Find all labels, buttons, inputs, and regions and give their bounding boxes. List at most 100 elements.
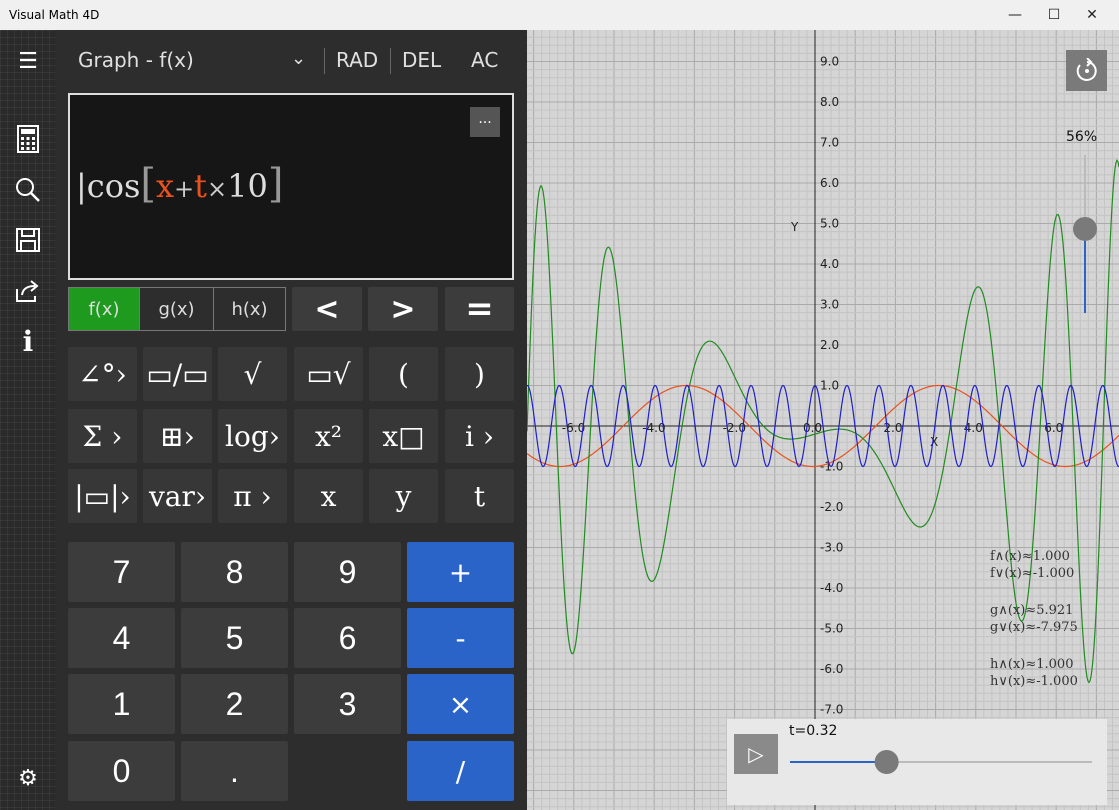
title-bar: Visual Math 4D — ☐ ✕ bbox=[0, 0, 1119, 30]
number-key[interactable]: 2 bbox=[181, 674, 288, 734]
tab-f-x[interactable]: f(x) bbox=[68, 287, 140, 331]
function-key[interactable]: π › bbox=[218, 469, 287, 523]
f-max-readout: f∧(x)≈1.000 bbox=[990, 549, 1070, 564]
f-min-readout: f∨(x)≈-1.000 bbox=[990, 566, 1075, 581]
zoom-slider[interactable] bbox=[1070, 150, 1100, 320]
tab-h-x[interactable]: h(x) bbox=[213, 287, 286, 331]
all-clear-button[interactable]: AC bbox=[471, 48, 498, 72]
function-key[interactable]: t bbox=[445, 469, 514, 523]
function-key[interactable]: y bbox=[369, 469, 438, 523]
function-key[interactable]: i › bbox=[445, 409, 514, 463]
equals-button[interactable]: = bbox=[445, 287, 514, 331]
x-tick-label: -6.0 bbox=[562, 421, 585, 435]
number-key[interactable]: 8 bbox=[181, 542, 288, 602]
function-key[interactable]: log› bbox=[218, 409, 287, 463]
graph-panel[interactable]: -6.0 -4.0 -2.0 0.0 2.0 4.0 6.0 9.0 8.0 7.0 6.0 5.0 4… bbox=[527, 30, 1119, 810]
settings-icon[interactable]: ⚙ bbox=[10, 760, 46, 796]
function-key[interactable]: ▭/▭ bbox=[143, 347, 212, 401]
sidebar: ☰ i ⚙ bbox=[0, 30, 55, 810]
number-key bbox=[294, 741, 401, 801]
y-tick-label: 4.0 bbox=[820, 257, 839, 271]
y-axis-label: Y bbox=[790, 220, 799, 234]
y-tick-label: 8.0 bbox=[820, 95, 839, 109]
x-axis-label: X bbox=[930, 435, 938, 449]
cursor-right-button[interactable]: > bbox=[368, 287, 438, 331]
play-icon[interactable]: ▷ bbox=[734, 734, 778, 774]
open-bracket: [ bbox=[140, 161, 156, 207]
y-tick-label: -3.0 bbox=[820, 541, 843, 555]
expression-text: |cos[x+t×10] bbox=[76, 161, 284, 207]
animation-player: ▷ t=0.32 bbox=[727, 719, 1107, 805]
t-slider[interactable] bbox=[782, 749, 1102, 779]
operator-key[interactable]: - bbox=[407, 608, 514, 668]
number-key[interactable]: 0 bbox=[68, 741, 175, 801]
menu-icon[interactable]: ☰ bbox=[10, 43, 46, 79]
graph-canvas[interactable]: -6.0 -4.0 -2.0 0.0 2.0 4.0 6.09.08.07.06.05.04… bbox=[527, 30, 1119, 810]
function-key[interactable]: var› bbox=[143, 469, 212, 523]
rad-button[interactable]: RAD bbox=[336, 48, 378, 72]
h-max-readout: h∧(x)≈1.000 bbox=[990, 657, 1074, 672]
number-key[interactable]: 1 bbox=[68, 674, 175, 734]
mode-selector[interactable]: Graph - f(x) bbox=[78, 48, 194, 72]
cursor-left-button[interactable]: < bbox=[292, 287, 362, 331]
divider bbox=[324, 48, 325, 74]
number-key[interactable]: . bbox=[181, 741, 288, 801]
g-max-readout: g∧(x)≈5.921 bbox=[990, 603, 1074, 618]
number-key[interactable]: 4 bbox=[68, 608, 175, 668]
y-tick-label: 2.0 bbox=[820, 338, 839, 352]
cos-function: cos bbox=[86, 167, 141, 205]
reset-view-icon[interactable] bbox=[1066, 50, 1107, 91]
constant-ten: 10 bbox=[227, 167, 268, 205]
close-bracket: ] bbox=[267, 161, 284, 207]
more-options-button[interactable]: ... bbox=[470, 107, 500, 137]
number-key[interactable]: 5 bbox=[181, 608, 288, 668]
delete-button[interactable]: DEL bbox=[402, 48, 441, 72]
number-key[interactable]: 3 bbox=[294, 674, 401, 734]
minimize-button[interactable]: — bbox=[997, 0, 1033, 30]
search-icon[interactable] bbox=[10, 172, 46, 208]
function-key[interactable]: ⊞› bbox=[143, 409, 212, 463]
function-key[interactable]: x□ bbox=[369, 409, 438, 463]
save-icon[interactable] bbox=[10, 222, 46, 258]
function-key[interactable]: ∠°› bbox=[68, 347, 137, 401]
function-key[interactable]: √ bbox=[218, 347, 287, 401]
tab-g-x[interactable]: g(x) bbox=[139, 287, 214, 331]
divider bbox=[390, 48, 391, 74]
y-tick-label: 9.0 bbox=[820, 55, 839, 69]
function-key[interactable]: Σ › bbox=[68, 409, 137, 463]
number-key[interactable]: 9 bbox=[294, 542, 401, 602]
function-key[interactable]: |▭|› bbox=[68, 469, 137, 523]
window-title: Visual Math 4D bbox=[9, 8, 100, 22]
variable-x: x bbox=[156, 167, 175, 205]
number-key[interactable]: 7 bbox=[68, 542, 175, 602]
info-icon[interactable]: i bbox=[10, 323, 46, 359]
y-tick-label: -7.0 bbox=[820, 703, 843, 717]
expression-editor[interactable]: ... |cos[x+t×10] bbox=[68, 93, 514, 280]
function-key[interactable]: ) bbox=[445, 347, 514, 401]
times-operator: × bbox=[207, 175, 228, 203]
calculator-icon[interactable] bbox=[10, 121, 46, 157]
operator-key[interactable]: × bbox=[407, 674, 514, 734]
zoom-level-label: 56% bbox=[1066, 129, 1098, 145]
function-key[interactable]: x bbox=[294, 469, 363, 523]
operator-key[interactable]: + bbox=[407, 542, 514, 602]
function-key[interactable]: x² bbox=[294, 409, 363, 463]
function-key[interactable]: ▭√ bbox=[294, 347, 363, 401]
h-min-readout: h∨(x)≈-1.000 bbox=[990, 674, 1078, 689]
y-tick-label: -6.0 bbox=[820, 662, 843, 676]
y-tick-label: 3.0 bbox=[820, 298, 839, 312]
function-key[interactable]: ( bbox=[369, 347, 438, 401]
operator-key[interactable]: / bbox=[407, 741, 514, 801]
y-tick-label: 5.0 bbox=[820, 217, 839, 231]
g-min-readout: g∨(x)≈-7.975 bbox=[990, 620, 1078, 635]
zoom-slider-thumb[interactable] bbox=[1073, 216, 1097, 241]
share-icon[interactable] bbox=[10, 273, 46, 309]
t-slider-thumb[interactable] bbox=[874, 750, 899, 774]
y-tick-label: 1.0 bbox=[820, 379, 839, 393]
close-button[interactable]: ✕ bbox=[1074, 0, 1110, 30]
y-tick-label: -2.0 bbox=[820, 500, 843, 514]
chevron-down-icon[interactable]: ⌄ bbox=[291, 48, 306, 69]
variable-t: t bbox=[194, 167, 208, 205]
number-key[interactable]: 6 bbox=[294, 608, 401, 668]
maximize-button[interactable]: ☐ bbox=[1036, 0, 1072, 30]
